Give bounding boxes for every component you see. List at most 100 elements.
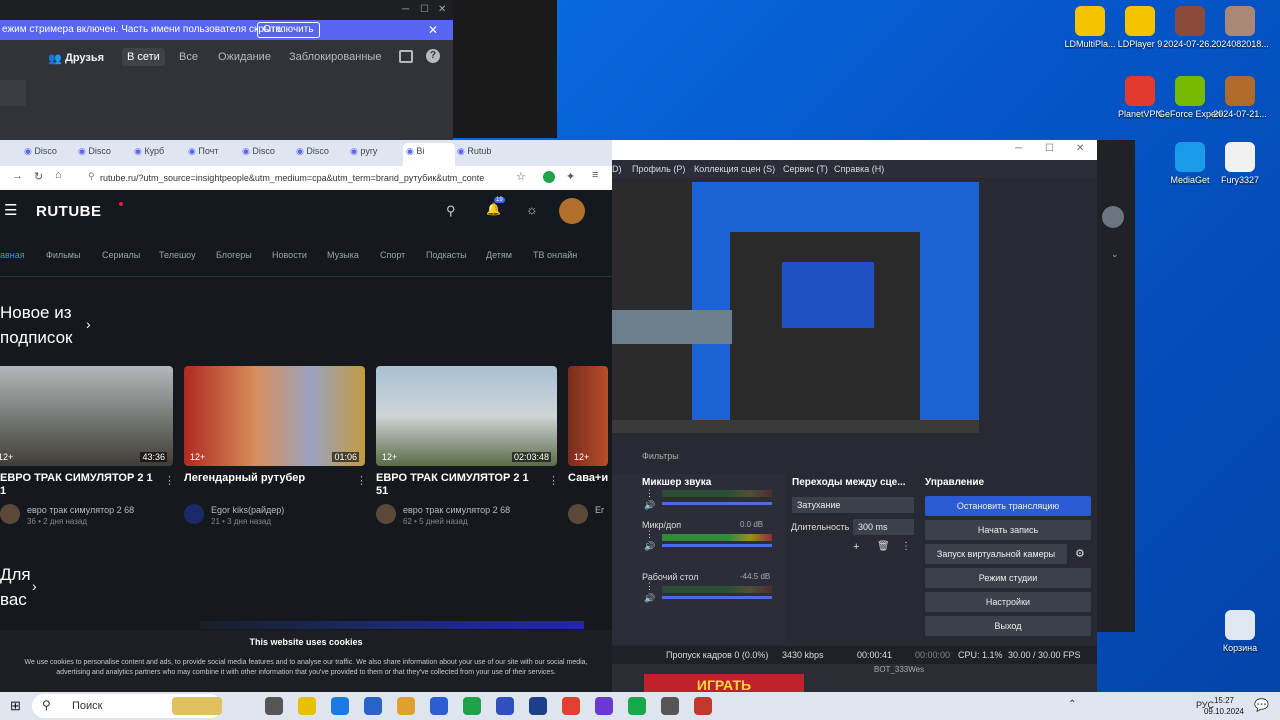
browser-tab[interactable]: ◉ Почт: [188, 146, 218, 162]
nav-item[interactable]: Подкасты: [426, 250, 467, 260]
video-title[interactable]: Легендарный рутубер: [184, 472, 344, 485]
desktop-icon[interactable]: Корзина: [1208, 610, 1272, 653]
nav-item[interactable]: Спорт: [380, 250, 405, 260]
channel-avatar[interactable]: [568, 504, 588, 524]
gear-icon[interactable]: ⚙: [1075, 547, 1085, 560]
maximize-icon[interactable]: ☐: [1045, 143, 1054, 154]
rutube-logo[interactable]: RUTUBE: [36, 203, 102, 220]
help-icon[interactable]: ?: [426, 49, 440, 63]
nav-item[interactable]: Телешоу: [159, 250, 196, 260]
close-icon[interactable]: ✕: [1076, 143, 1084, 154]
browser-tab[interactable]: ◉ Bi: [403, 143, 455, 166]
transition-select[interactable]: Затухание: [792, 497, 914, 513]
section-for-you[interactable]: Для вас: [0, 562, 31, 612]
control-button[interactable]: Начать запись: [925, 520, 1091, 540]
reload-icon[interactable]: ↻: [34, 170, 43, 183]
volume-slider[interactable]: [662, 544, 772, 547]
channel-name[interactable]: евро трак симулятор 2 68: [27, 505, 134, 515]
browser-tab[interactable]: ◉ Disco: [296, 146, 329, 162]
start-icon[interactable]: ⊞: [10, 698, 21, 714]
channel-avatar[interactable]: [0, 504, 20, 524]
taskbar-app-icon[interactable]: [496, 697, 514, 715]
clock[interactable]: 15:27 09.10.2024: [1204, 695, 1244, 717]
duration-input[interactable]: 300 ms: [853, 519, 914, 535]
taskbar-app-icon[interactable]: [397, 697, 415, 715]
obs-preview[interactable]: [612, 182, 979, 433]
chevron-down-icon[interactable]: ⌄: [1111, 249, 1119, 260]
control-button[interactable]: Настройки: [925, 592, 1091, 612]
control-button[interactable]: Выход: [925, 616, 1091, 636]
home-icon[interactable]: ⌂: [55, 169, 62, 181]
video-thumbnail[interactable]: 12+ 02:03:48: [376, 366, 557, 466]
browser-tab[interactable]: ◉ Disco: [242, 146, 275, 162]
video-title[interactable]: ЕВРО ТРАК СИМУЛЯТОР 2 1 1: [0, 472, 160, 498]
chevron-right-icon-2[interactable]: ›: [32, 578, 37, 594]
trash-icon[interactable]: 🗑: [877, 541, 890, 552]
more-icon[interactable]: ⋮: [164, 474, 175, 487]
side-avatar[interactable]: [1102, 206, 1124, 228]
extension-icon[interactable]: [543, 171, 555, 183]
browser-menu-icon[interactable]: ≡: [592, 169, 598, 181]
url-field[interactable]: rutube.ru/?utm_source=insightpeople&utm_…: [100, 170, 510, 186]
nav-item[interactable]: Сериалы: [102, 250, 140, 260]
desktop-icon[interactable]: 2024-07-21...: [1208, 76, 1272, 119]
nav-item[interactable]: ТВ онлайн: [533, 250, 577, 260]
chevron-right-icon[interactable]: ›: [86, 316, 91, 332]
maximize-icon[interactable]: ☐: [420, 4, 429, 15]
taskbar-app-icon[interactable]: [463, 697, 481, 715]
notifications-icon[interactable]: 💬: [1254, 698, 1269, 712]
hamburger-icon[interactable]: ☰: [4, 201, 17, 219]
browser-tab[interactable]: ◉ pyry: [350, 146, 377, 162]
channel-name[interactable]: евро трак симулятор 2 68: [403, 505, 510, 515]
taskbar-app-icon[interactable]: [364, 697, 382, 715]
browser-tab[interactable]: ◉ Rutub: [457, 146, 491, 162]
channel-name[interactable]: Ег: [595, 505, 604, 515]
nav-item[interactable]: Детям: [486, 250, 512, 260]
close-icon[interactable]: ✕: [438, 4, 446, 15]
tab-online[interactable]: В сети: [122, 48, 165, 66]
channel-name[interactable]: Egor kiks(райдер): [211, 505, 284, 515]
section-subscriptions[interactable]: Новое из подписок: [0, 300, 73, 350]
forward-icon[interactable]: →: [12, 170, 23, 182]
taskbar-app-icon[interactable]: [298, 697, 316, 715]
site-info-icon[interactable]: ⚲: [88, 171, 95, 182]
speaker-icon[interactable]: 🔊: [644, 593, 655, 604]
taskbar-app-icon[interactable]: [595, 697, 613, 715]
volume-slider[interactable]: [662, 596, 772, 599]
taskbar-app-icon[interactable]: [529, 697, 547, 715]
mixer-menu-icon[interactable]: ⋮: [645, 488, 654, 499]
menu-scenes[interactable]: Коллекция сцен (S): [694, 160, 775, 178]
filters-label[interactable]: Фильтры: [642, 451, 679, 461]
close-banner-icon[interactable]: ✕: [428, 20, 438, 40]
control-button[interactable]: Остановить трансляцию: [925, 496, 1091, 516]
volume-slider[interactable]: [662, 502, 772, 505]
nav-item[interactable]: Блогеры: [216, 250, 252, 260]
more-icon[interactable]: ⋮: [548, 474, 559, 487]
tray-chevron-icon[interactable]: ⌃: [1068, 699, 1076, 710]
control-button[interactable]: Режим студии: [925, 568, 1091, 588]
add-transition-icon[interactable]: +: [853, 541, 859, 553]
mixer-menu-icon[interactable]: ⋮: [645, 581, 654, 592]
menu-profile[interactable]: Профиль (P): [632, 160, 685, 178]
menu-tools[interactable]: Сервис (T): [783, 160, 828, 178]
tab-all[interactable]: Все: [179, 51, 198, 63]
taskbar-app-icon[interactable]: [172, 697, 222, 715]
search-icon[interactable]: ⚲: [446, 203, 456, 219]
mixer-menu-icon[interactable]: ⋮: [645, 529, 654, 540]
taskbar-app-icon[interactable]: [430, 697, 448, 715]
video-thumbnail[interactable]: 12+ 01:06: [184, 366, 365, 466]
channel-avatar[interactable]: [376, 504, 396, 524]
taskbar-app-icon[interactable]: [562, 697, 580, 715]
browser-tab[interactable]: ◉ Disco: [24, 146, 57, 162]
control-button[interactable]: Запуск виртуальной камеры: [925, 544, 1067, 564]
nav-item[interactable]: Фильмы: [46, 250, 80, 260]
play-banner[interactable]: ИГРАТЬ: [644, 674, 804, 692]
desktop-icon[interactable]: Fury3327: [1208, 142, 1272, 185]
channel-avatar[interactable]: [184, 504, 204, 524]
taskbar-app-icon[interactable]: [694, 697, 712, 715]
video-thumbnail[interactable]: 12+ 43:36: [0, 366, 173, 466]
nav-item[interactable]: Новости: [272, 250, 307, 260]
more-icon[interactable]: ⋮: [901, 541, 911, 552]
minimize-icon[interactable]: ─: [402, 4, 409, 15]
taskbar-app-icon[interactable]: [661, 697, 679, 715]
